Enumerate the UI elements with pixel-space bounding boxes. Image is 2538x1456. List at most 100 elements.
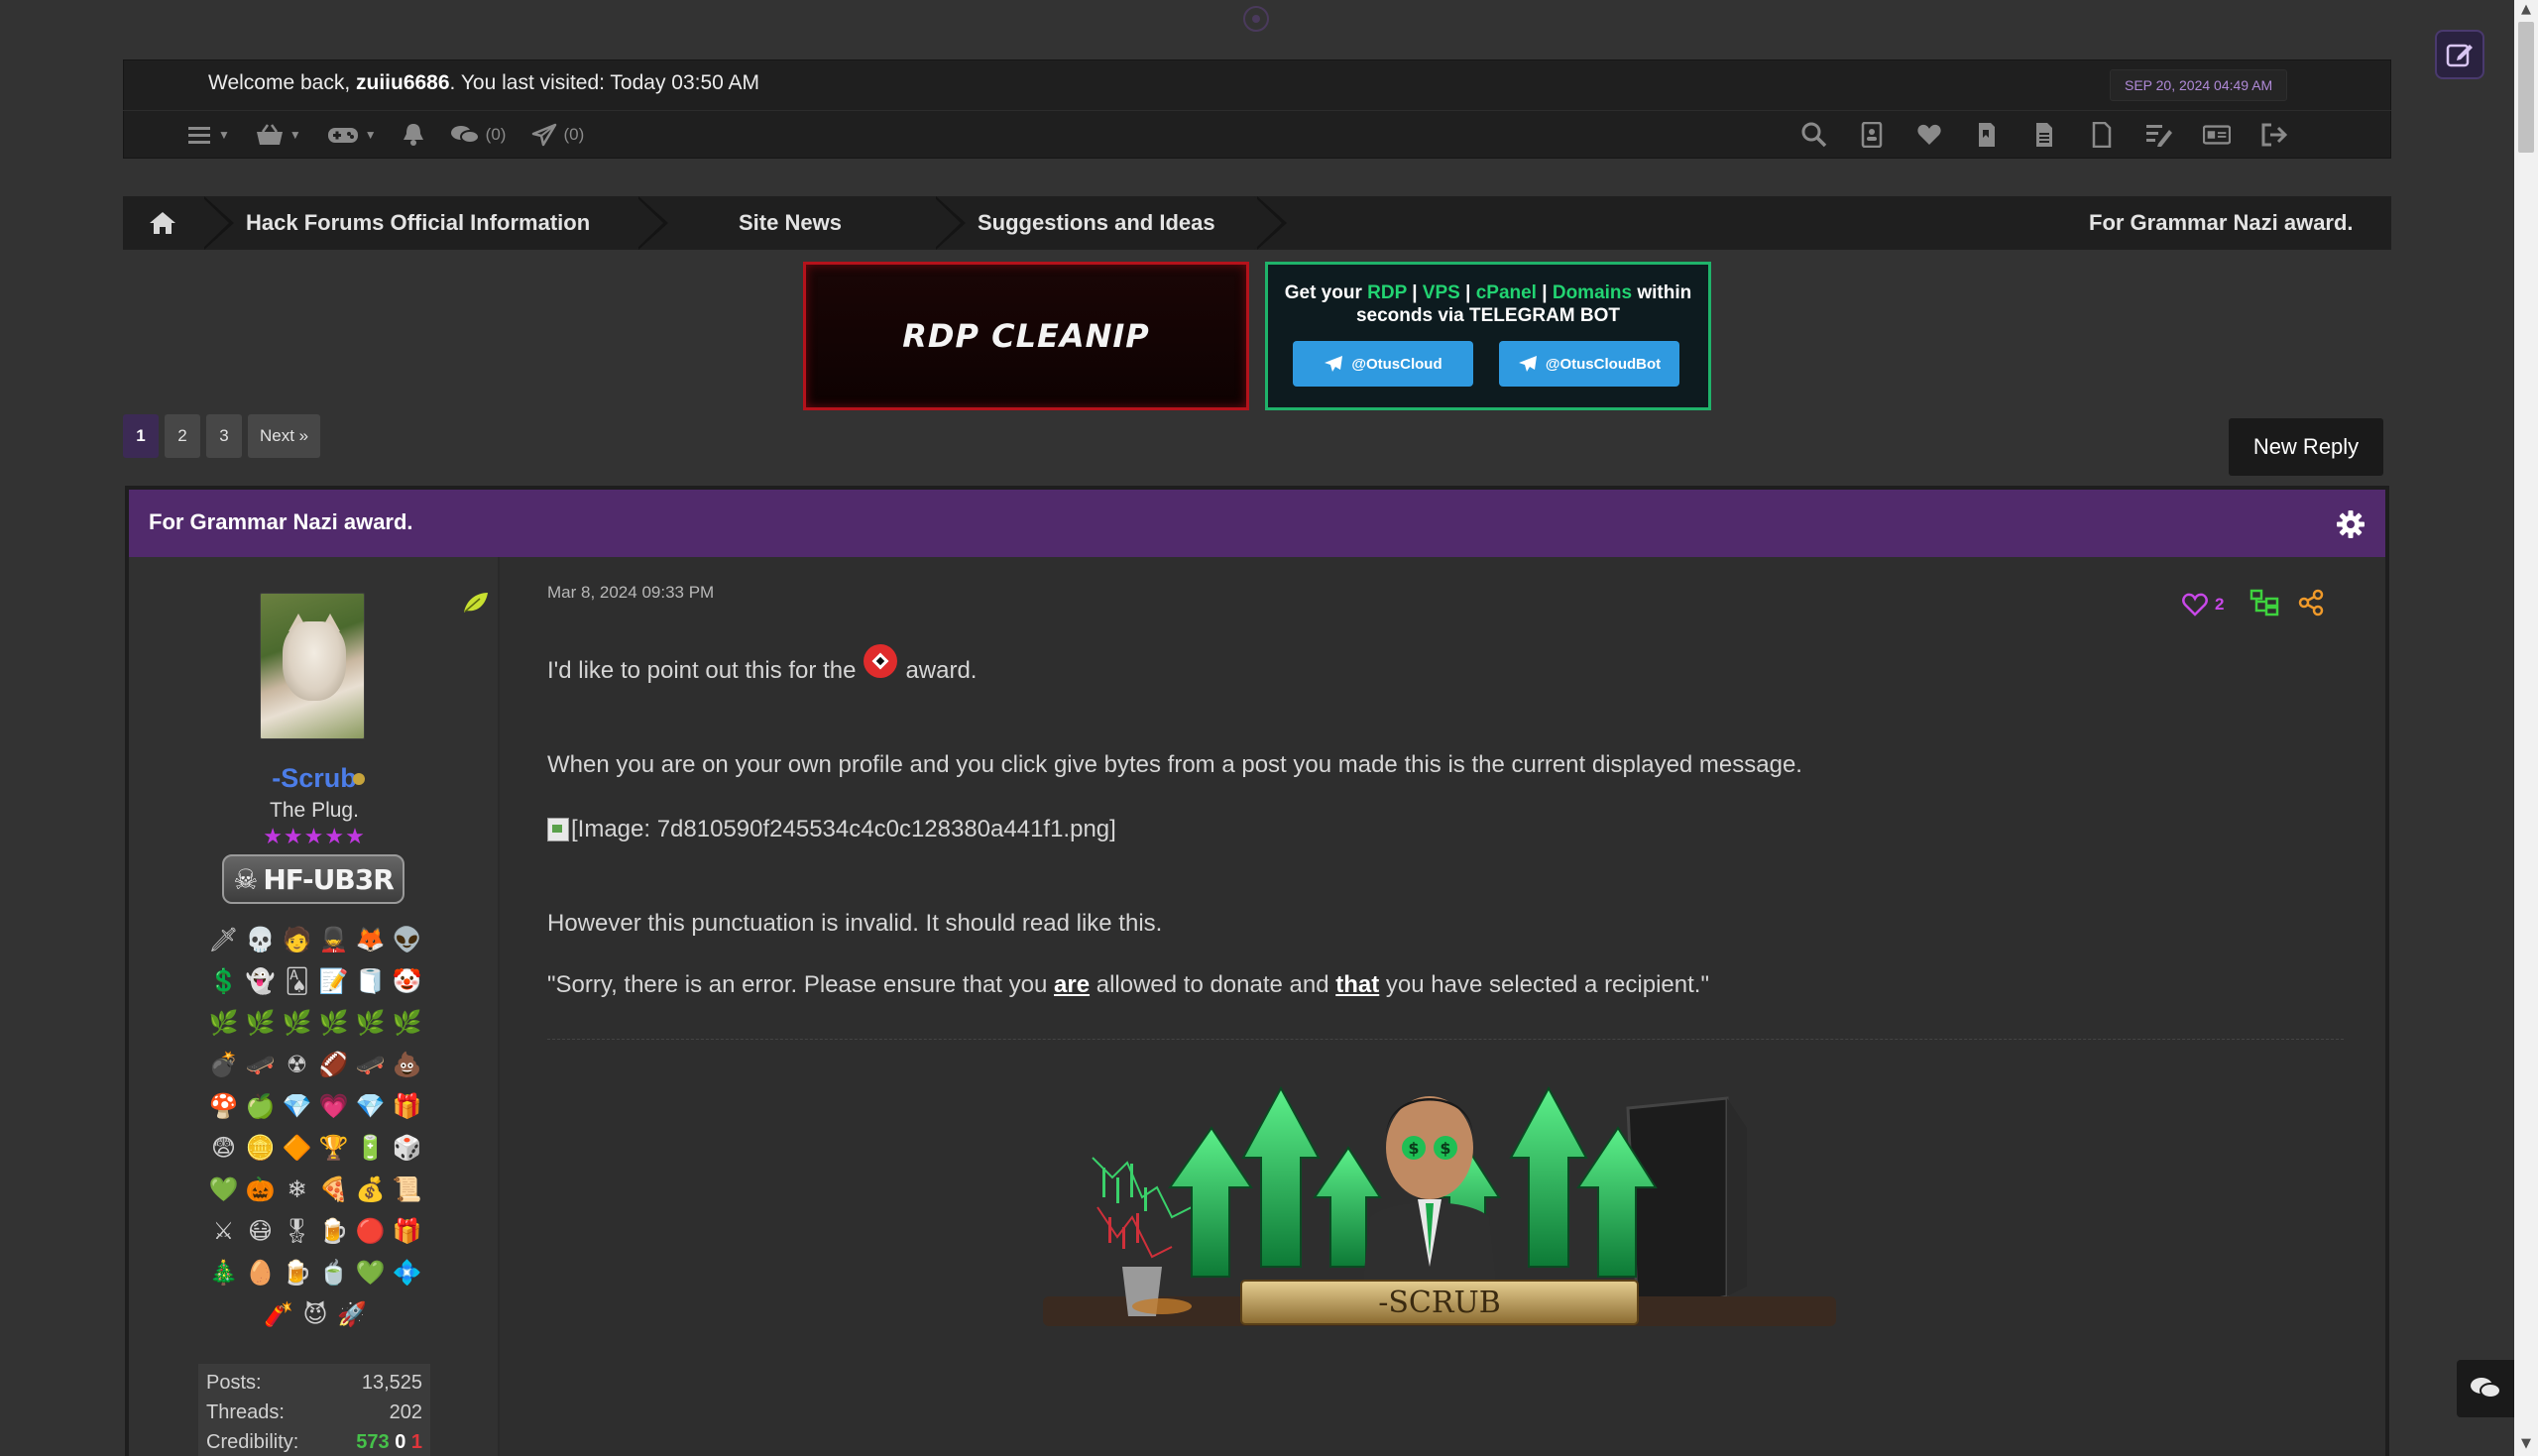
- award-diamond-icon[interactable]: 💎: [282, 1088, 312, 1124]
- award-grenade-icon[interactable]: 💣: [208, 1047, 239, 1082]
- award-easter-egg-icon[interactable]: 🥚: [245, 1255, 276, 1290]
- award-gift-icon[interactable]: 🎁: [392, 1088, 422, 1124]
- award-leaf-icon[interactable]: 🌿: [208, 1005, 239, 1041]
- award-present-icon[interactable]: 🎁: [392, 1213, 422, 1249]
- award-mug-icon[interactable]: 🍺: [282, 1255, 312, 1290]
- floating-chat-button[interactable]: [2457, 1360, 2514, 1417]
- otus-cloud-bot-telegram-button[interactable]: @OtusCloudBot: [1499, 341, 1679, 387]
- award-pizza-icon[interactable]: 🍕: [318, 1172, 349, 1207]
- logout-button[interactable]: [2260, 121, 2288, 149]
- award-blue-face-icon[interactable]: 😨: [208, 1130, 239, 1166]
- award-skateboard-icon[interactable]: 🛹: [245, 1047, 276, 1082]
- award-dollar-icon[interactable]: 💲: [208, 963, 239, 999]
- otus-cloud-telegram-button[interactable]: @OtusCloud: [1293, 341, 1473, 387]
- award-trophy-icon[interactable]: 🏆: [318, 1130, 349, 1166]
- scroll-up-arrow-icon[interactable]: ▲: [2519, 3, 2533, 17]
- award-pink-heart-icon[interactable]: 💗: [318, 1088, 349, 1124]
- id-card-button[interactable]: [2203, 121, 2231, 149]
- award-paper-pen-icon[interactable]: 📝: [318, 963, 349, 999]
- breadcrumb-site-news[interactable]: Site News: [739, 196, 842, 250]
- next-page-button[interactable]: Next »: [248, 414, 321, 458]
- threads-count[interactable]: 202: [390, 1398, 422, 1427]
- conversations-button[interactable]: (0): [450, 124, 506, 146]
- menu-dropdown[interactable]: ▼: [188, 125, 230, 145]
- grammar-nazi-award-icon[interactable]: [864, 644, 898, 678]
- award-certificate-icon[interactable]: 📜: [392, 1172, 422, 1207]
- award-mushroom-icon[interactable]: 🍄: [208, 1088, 239, 1124]
- documents-button[interactable]: [2030, 121, 2058, 149]
- award-firework-icon[interactable]: 🧨: [264, 1296, 294, 1332]
- award-toilet-paper-icon[interactable]: 🧻: [355, 963, 386, 999]
- award-poop-icon[interactable]: 💩: [392, 1047, 422, 1082]
- award-leaf-icon[interactable]: 🌿: [392, 1005, 422, 1041]
- scrollbar-thumb[interactable]: [2518, 22, 2534, 153]
- award-alien-icon[interactable]: 👽: [392, 922, 422, 957]
- award-ruby-icon[interactable]: 💎: [355, 1088, 386, 1124]
- award-devil-icon[interactable]: 😈: [300, 1296, 331, 1332]
- scroll-down-arrow-icon[interactable]: ▼: [2519, 1437, 2533, 1451]
- award-pumpkin-icon[interactable]: 🎃: [245, 1172, 276, 1207]
- award-dagger-icon[interactable]: 🗡: [208, 922, 239, 957]
- award-leaf-icon[interactable]: 🌿: [282, 1005, 312, 1041]
- home-breadcrumb[interactable]: [149, 210, 176, 236]
- credibility-values[interactable]: 573 0 1: [356, 1427, 422, 1456]
- award-blue-gem-icon[interactable]: 💠: [392, 1255, 422, 1290]
- award-green-heart-icon[interactable]: 💚: [208, 1172, 239, 1207]
- page-1-button[interactable]: 1: [123, 414, 159, 458]
- award-radiation-icon[interactable]: ☢: [282, 1047, 312, 1082]
- author-username[interactable]: -Scrub: [129, 763, 500, 794]
- award-ghost-icon[interactable]: 👻: [245, 963, 276, 999]
- rdp-cleanip-banner[interactable]: RDP CLEANIP: [803, 262, 1249, 410]
- page-2-button[interactable]: 2: [165, 414, 200, 458]
- award-money-bag-icon[interactable]: 💰: [355, 1172, 386, 1207]
- award-spade-card-icon[interactable]: 🂡: [282, 963, 312, 999]
- notifications-button[interactable]: [403, 123, 424, 147]
- award-bitcoin-icon[interactable]: 🪙: [245, 1130, 276, 1166]
- award-binance-icon[interactable]: 🔶: [282, 1130, 312, 1166]
- edit-list-button[interactable]: [2145, 121, 2173, 149]
- award-reaper-icon[interactable]: 💀: [245, 922, 276, 957]
- posts-count[interactable]: 13,525: [362, 1368, 422, 1398]
- award-purple-leaf-icon[interactable]: 🌿: [245, 1005, 276, 1041]
- award-apple-icon[interactable]: 🍏: [245, 1088, 276, 1124]
- author-avatar[interactable]: [260, 593, 365, 739]
- award-leaf-icon[interactable]: 🌿: [318, 1005, 349, 1041]
- breadcrumb-suggestions-and-ideas[interactable]: Suggestions and Ideas: [978, 196, 1215, 250]
- new-reply-button[interactable]: New Reply: [2229, 418, 2383, 476]
- award-snowflake-icon[interactable]: ❄: [282, 1172, 312, 1207]
- page-3-button[interactable]: 3: [206, 414, 242, 458]
- award-mask-icon[interactable]: 🤡: [392, 963, 422, 999]
- award-sword-icon[interactable]: ⚔: [208, 1213, 239, 1249]
- compose-button[interactable]: [2435, 30, 2484, 79]
- award-dice-icon[interactable]: 🎲: [392, 1130, 422, 1166]
- private-messages-button[interactable]: (0): [531, 123, 584, 147]
- search-button[interactable]: [1800, 121, 1828, 149]
- award-ornament-icon[interactable]: 🎄: [208, 1255, 239, 1290]
- current-username-link[interactable]: zuiiu6686: [356, 71, 450, 94]
- broken-image-placeholder[interactable]: [Image: 7d810590f245534c4c0c128380a441f1…: [547, 816, 1116, 843]
- contacts-button[interactable]: [1858, 121, 1886, 149]
- award-football-icon[interactable]: 🏈: [318, 1047, 349, 1082]
- award-star-badge-icon[interactable]: 🎖: [282, 1213, 312, 1249]
- award-beer-icon[interactable]: 🍺: [318, 1213, 349, 1249]
- award-fox-icon[interactable]: 🦊: [355, 922, 386, 957]
- award-soldier-icon[interactable]: 💂: [318, 922, 349, 957]
- files-button[interactable]: [2088, 121, 2116, 149]
- award-red-ball-icon[interactable]: 🔴: [355, 1213, 386, 1249]
- award-green-heart-icon[interactable]: 💚: [355, 1255, 386, 1290]
- award-rocket-icon[interactable]: 🚀: [337, 1296, 368, 1332]
- favorites-button[interactable]: [1915, 121, 1943, 149]
- page-scrollbar[interactable]: [2514, 0, 2538, 1456]
- breadcrumb-hack-forums-official-information[interactable]: Hack Forums Official Information: [246, 196, 590, 250]
- thread-options-button[interactable]: [2336, 509, 2365, 539]
- share-button[interactable]: [2297, 589, 2325, 620]
- bookmarks-button[interactable]: [1973, 121, 2001, 149]
- award-purple-leaf-icon[interactable]: 🌿: [355, 1005, 386, 1041]
- like-button[interactable]: 2: [2181, 592, 2224, 617]
- post-tree-button[interactable]: [2250, 589, 2279, 620]
- shop-dropdown[interactable]: ▼: [256, 124, 301, 146]
- award-pilot-icon[interactable]: 🧑: [282, 922, 312, 957]
- award-battery-icon[interactable]: 🔋: [355, 1130, 386, 1166]
- games-dropdown[interactable]: ▼: [327, 125, 377, 145]
- award-mask-blue-icon[interactable]: 😷: [245, 1213, 276, 1249]
